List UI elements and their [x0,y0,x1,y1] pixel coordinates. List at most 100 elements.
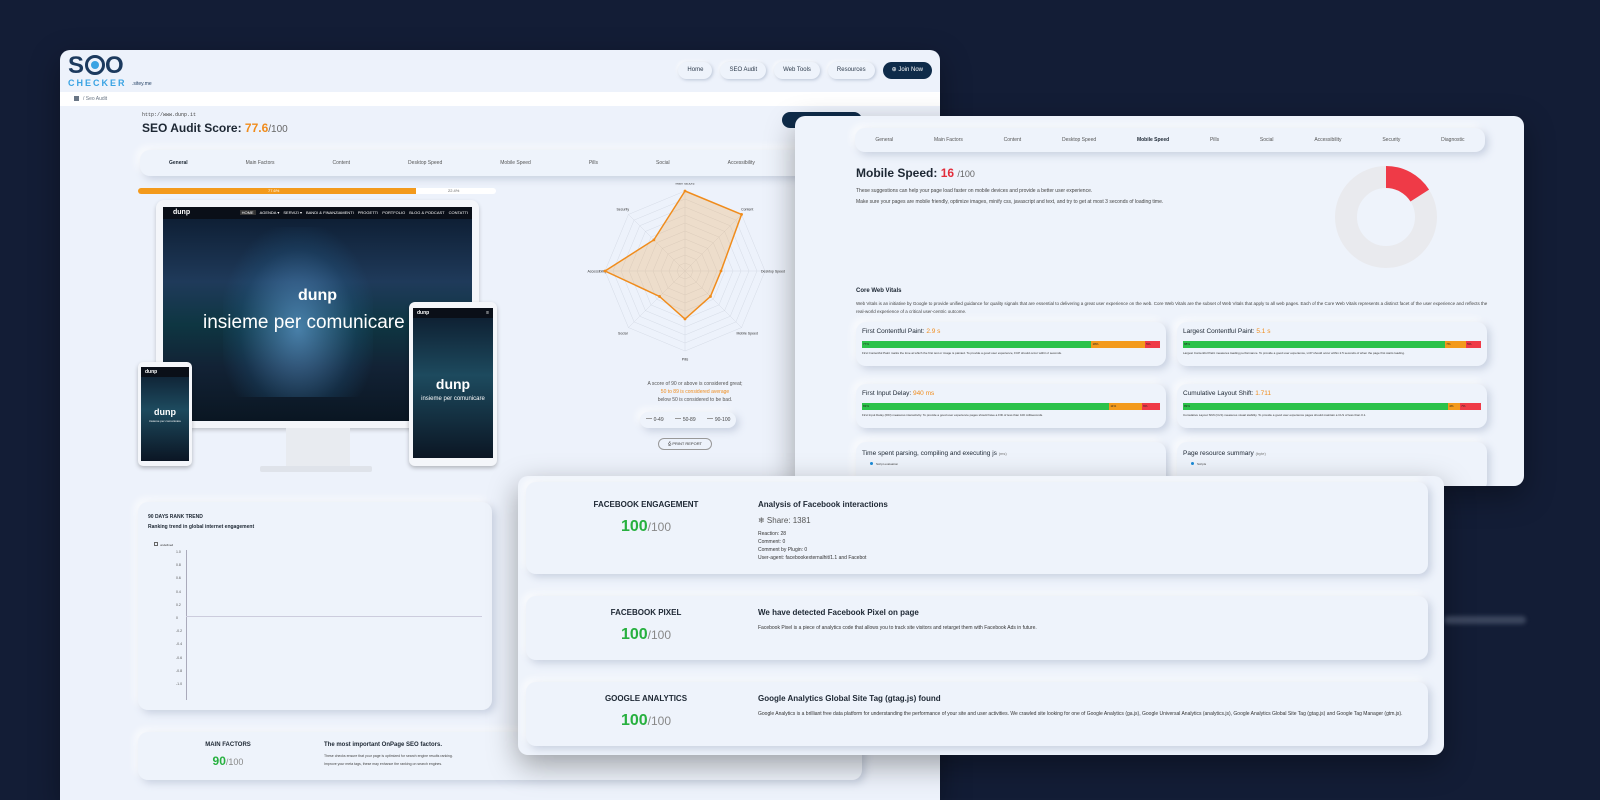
speed-tabs: General Main Factors Content Desktop Speed M… [855,128,1485,152]
radar-label: Main factors [675,183,694,186]
nav-web-tools[interactable]: Web Tools [774,62,820,79]
speed-tab-diagnostic[interactable]: Diagnostic [1441,137,1464,143]
trend-axis-tick: -0.2 [176,629,183,634]
trend-axis-tick: 0.4 [176,589,181,594]
radar-point [683,189,687,193]
audit-score-value: 77.6 [244,121,269,135]
home-icon[interactable] [74,96,79,101]
logo-subtext: CHECKER [68,78,127,88]
radar-label: Content [741,207,753,211]
audit-score-title: SEO Audit Score: 77.6/100 [142,121,288,135]
trend-axis-tick: -1.0 [176,682,183,686]
web-vital-bar: 83% 11% 6% [862,403,1160,410]
audit-tab-desktop-speed[interactable]: Desktop Speed [408,160,442,166]
speed-tab-mobile-speed[interactable]: Mobile Speed [1137,137,1169,143]
site-nav-link[interactable]: AGENDA ▾ [260,210,280,215]
site-nav-link[interactable]: SERVIZI ▾ [283,210,302,215]
trend-axis-tick: 0 [176,616,178,620]
radar-label: Security [616,207,629,211]
social-window: FACEBOOK ENGAGEMENT 100/100 Analysis of … [518,476,1444,755]
monitor-base [260,466,372,472]
audit-tab-pills[interactable]: Pills [589,160,598,166]
top-navbar: SO CHECKER .sitey.me Home SEO Audit Web … [60,50,940,92]
radar-point [603,269,607,273]
score-progress-bar: 77.6% 22.4% [138,188,496,194]
google-analytics-card: GOOGLE ANALYTICS 100/100 Google Analytic… [526,682,1428,746]
audit-tab-general[interactable]: General [169,160,188,166]
print-report-button[interactable]: ⎙ PRINT REPORT [658,438,712,450]
donut-score-slice [1385,166,1430,203]
trend-axis-tick: 0.2 [176,602,181,607]
globe-icon [85,55,106,75]
mobile-speed-score: 16 [940,166,955,180]
site-nav-link[interactable]: BLOG & PODCAST [409,210,444,215]
audit-tab-accessibility[interactable]: Accessibility [728,160,755,166]
nav-resources[interactable]: Resources [827,62,875,79]
audited-url: http://www.dunp.it [142,112,197,118]
seo-checker-logo[interactable]: SO CHECKER .sitey.me [68,52,160,90]
phone-preview: dunp dunp insieme per comunicare [138,362,192,466]
blurred-text [1444,616,1526,624]
site-nav-link[interactable]: CONTATTI [449,210,468,215]
monitor-stand [286,428,350,468]
nav-seo-audit[interactable]: SEO Audit [720,62,767,79]
facebook-engagement-card: FACEBOOK ENGAGEMENT 100/100 Analysis of … [526,482,1428,574]
radar-point [658,295,661,298]
breadcrumb: / Seo Audit [60,92,940,106]
nav-home[interactable]: Home [678,62,713,79]
main-nav: Home SEO Audit Web Tools Resources ⊕ Joi… [678,62,932,79]
speed-tab-security[interactable]: Security [1382,137,1400,143]
web-vital-bar: 89% 4% 7% [1183,403,1481,410]
radar-label: Mobile Speed [737,332,758,336]
range-legend: 0-49 50-89 90-100 [640,412,736,428]
facebook-pixel-card: FACEBOOK PIXEL 100/100 We have detected … [526,596,1428,660]
trend-legend[interactable]: undefined [154,542,173,547]
radar-point [683,317,687,321]
speed-tab-social[interactable]: Social [1260,137,1274,143]
radar-label: Social [618,332,628,336]
mobile-speed-window: General Main Factors Content Desktop Speed M… [795,116,1524,486]
speed-tab-desktop-speed[interactable]: Desktop Speed [1062,137,1096,143]
web-vital-card: Cumulative Layout Shift: 1.711 89% 4% 7% Cum… [1177,384,1487,428]
audit-tab-main-factors[interactable]: Main Factors [246,160,275,166]
web-vital-card: First Input Delay: 940 ms 83% 11% 6% First I… [856,384,1166,428]
web-vital-card: Largest Contentful Paint: 5.1 s 88% 7% 5% La… [1177,322,1487,366]
web-vital-card: First Contentful Paint: 2.9 s 77% 18% 5% Fir… [856,322,1166,366]
audit-tab-mobile-speed[interactable]: Mobile Speed [500,160,531,166]
radar-label: Desktop Speed [761,270,785,274]
site-nav-link[interactable]: BANDI & FINANZIAMENTI [306,210,354,215]
trend-axis-tick: 0.6 [176,576,181,581]
speed-tab-pills[interactable]: Pills [1210,137,1219,143]
seo-radar-chart: Main factors Content Desktop Speed Mobile S… [587,183,785,362]
score-legend: A score of 90 or above is considered gre… [647,381,743,403]
menu-icon: ≡ [486,310,489,316]
audit-tabs: General Main Factors Content Desktop Speed M… [140,150,860,176]
tablet-preview: dunp ≡ dunp insieme per comunicare [409,302,497,466]
audit-tab-social[interactable]: Social [656,160,670,166]
site-nav-link[interactable]: PORTFOLIO [382,210,405,215]
site-slogan: insieme per comunicare [203,312,405,333]
trend-axis-tick: -0.8 [176,668,183,673]
trend-axis-tick: -0.4 [176,642,183,647]
logo-text: S [68,52,86,79]
radar-point [719,269,723,273]
speed-tab-general[interactable]: General [875,137,893,143]
trend-axis-tick: -0.6 [176,655,183,660]
speed-tab-accessibility[interactable]: Accessibility [1314,137,1341,143]
share-count: ❄ Share: 1381 [758,516,811,525]
web-vital-bar: 77% 18% 5% [862,341,1160,348]
radar-point [652,238,656,242]
join-now-button[interactable]: ⊕ Join Now [882,62,932,79]
main-factors-score: 90/100 [212,754,244,768]
mobile-speed-title: Mobile Speed: 16 /100 [856,166,975,180]
logo-domain: .sitey.me [132,81,152,87]
speed-tab-main-factors[interactable]: Main Factors [934,137,963,143]
site-nav-link[interactable]: HOME [239,210,256,215]
site-nav-link[interactable]: PROGETTI [358,210,378,215]
audit-tab-content[interactable]: Content [333,160,351,166]
web-vital-bar: 88% 7% 5% [1183,341,1481,348]
radar-point [740,213,743,216]
speed-tab-content[interactable]: Content [1004,137,1022,143]
radar-point [709,295,712,298]
mobile-speed-donut [1335,166,1437,268]
